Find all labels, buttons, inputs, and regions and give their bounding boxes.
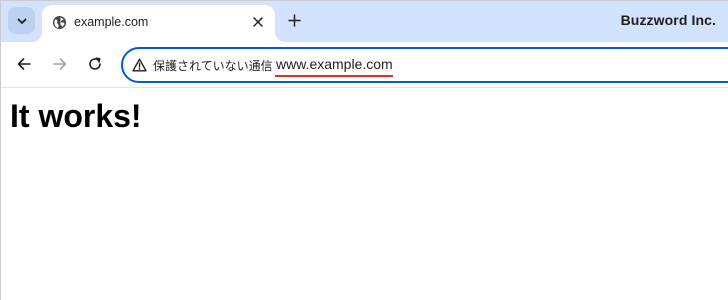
address-bar[interactable]: 保護されていない通信 www.example.com [121,47,728,83]
warning-icon[interactable] [132,58,147,72]
url-underline [275,75,393,77]
reload-icon [89,57,101,70]
arrow-left-icon [17,58,31,70]
page-content: It works! [1,89,728,300]
arrow-right-icon [53,58,67,70]
plus-icon [287,13,301,27]
tab-strip: example.com Buzzword Inc. [1,1,728,42]
close-icon [253,17,263,27]
reload-button[interactable] [83,52,107,76]
page-heading: It works! [10,98,142,134]
tab-title: example.com [74,15,149,29]
globe-icon [52,15,67,30]
chevron-down-icon [17,18,26,24]
forward-button[interactable] [48,52,72,76]
back-button[interactable] [12,52,36,76]
url-text[interactable]: www.example.com [276,56,393,72]
new-tab-button[interactable] [284,10,304,30]
security-status-label[interactable]: 保護されていない通信 [153,57,273,74]
active-tab[interactable]: example.com [42,5,275,42]
tab-search-button[interactable] [8,7,35,34]
profile-name[interactable]: Buzzword Inc. [621,12,716,28]
browser-window: example.com Buzzword Inc. 保護されていない通信 www… [0,0,728,300]
browser-toolbar: 保護されていない通信 www.example.com [1,42,728,88]
tab-close-button[interactable] [249,13,267,31]
